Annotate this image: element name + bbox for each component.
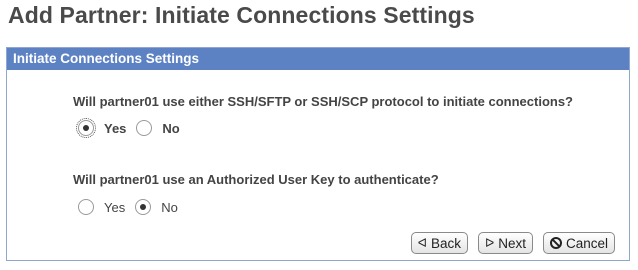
radio-group-authorized-key: Yes No <box>78 199 188 215</box>
radio-ssh-yes-label[interactable]: Yes <box>104 121 126 136</box>
cancel-button[interactable]: Cancel <box>542 232 615 254</box>
panel-header: Initiate Connections Settings <box>7 48 629 70</box>
radio-ssh-no-label[interactable]: No <box>162 121 179 136</box>
next-button[interactable]: ᐅ︎ Next <box>477 232 533 254</box>
back-button[interactable]: ᐊ︎ Back <box>410 232 468 254</box>
double-left-arrow-icon: ᐊ︎ <box>417 236 427 250</box>
radio-key-no[interactable] <box>135 199 152 215</box>
cancel-button-label: Cancel <box>565 235 608 251</box>
question-authorized-key: Will partner01 use an Authorized User Ke… <box>73 172 439 187</box>
settings-panel: Initiate Connections Settings Will partn… <box>6 47 630 261</box>
next-button-label: Next <box>498 235 526 251</box>
radio-key-no-label[interactable]: No <box>161 200 178 215</box>
page-title: Add Partner: Initiate Connections Settin… <box>8 2 475 28</box>
page: Add Partner: Initiate Connections Settin… <box>0 0 638 270</box>
radio-ssh-no[interactable] <box>136 120 153 136</box>
cancel-circle-icon <box>549 237 562 249</box>
radio-key-yes-label[interactable]: Yes <box>104 200 125 215</box>
radio-key-yes[interactable] <box>78 199 94 215</box>
radio-ssh-yes[interactable] <box>76 118 96 138</box>
double-right-arrow-icon: ᐅ︎ <box>484 236 495 250</box>
button-bar: ᐊ︎ Back ᐅ︎ Next Cancel <box>410 232 615 254</box>
question-ssh-protocol: Will partner01 use either SSH/SFTP or SS… <box>73 94 573 109</box>
radio-group-ssh-protocol: Yes No <box>76 118 190 138</box>
back-button-label: Back <box>430 235 461 251</box>
